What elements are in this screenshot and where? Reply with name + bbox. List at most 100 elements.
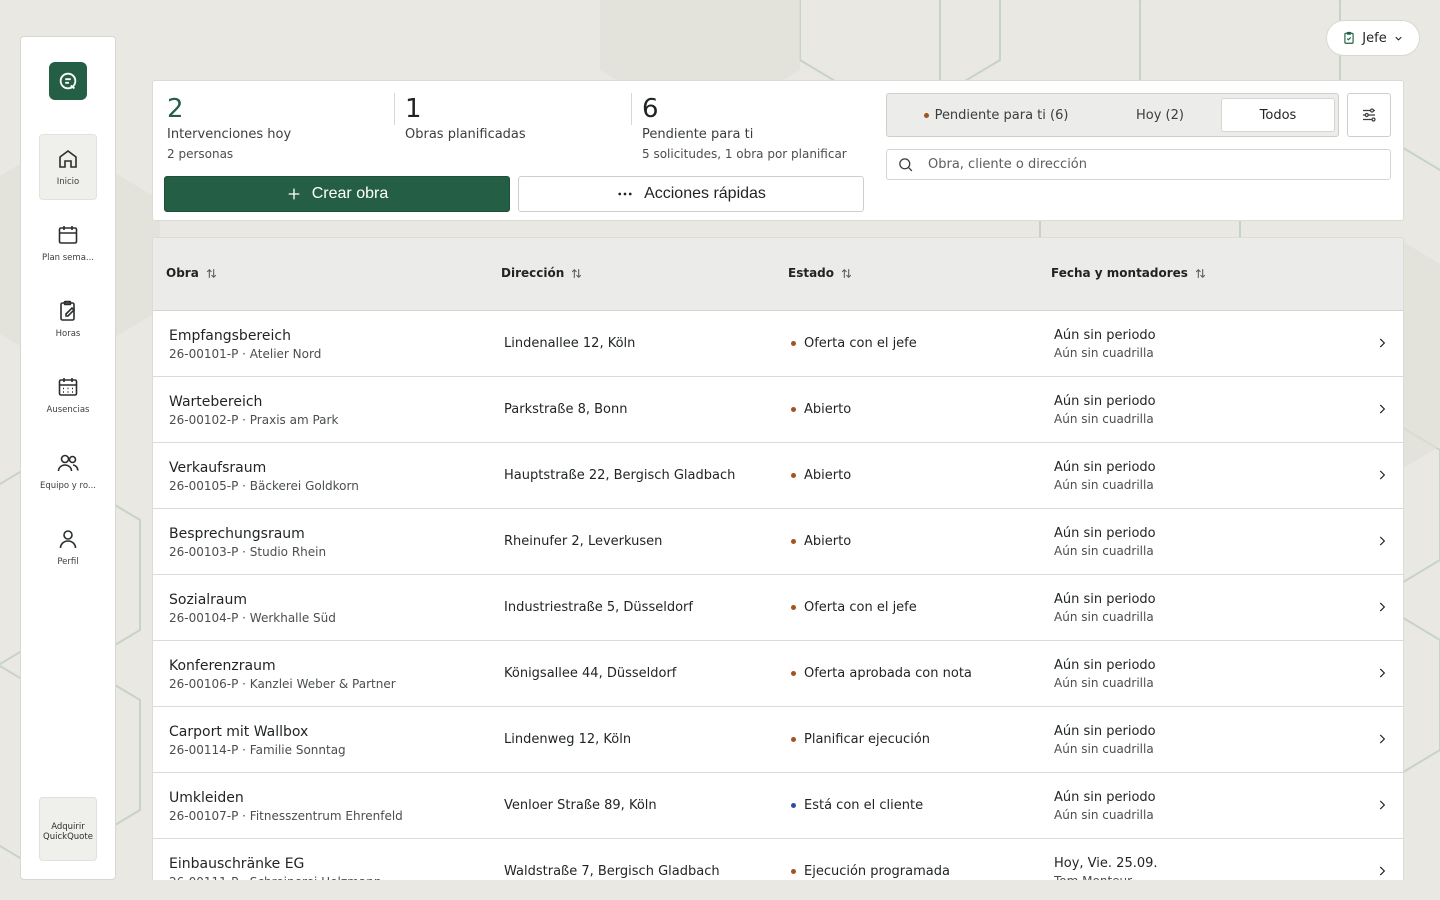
cell-obra: Einbauschränke EG 26-00111-P · Schreiner… [169,856,381,880]
status-label: Oferta con el jefe [804,336,917,351]
tab-today[interactable]: Hoy (2) [1101,98,1219,132]
sidebar-item-label: Ausencias [46,405,90,415]
clipboard-edit-icon [60,300,76,321]
crew-label: Aún sin cuadrilla [1054,676,1154,690]
work-reference: 26-00104-P · Werkhalle Süd [169,611,336,625]
status-label: Planificar ejecución [804,732,930,747]
cell-status: Abierto [791,402,851,417]
sidebar-item-label: Equipo y ro... [39,481,96,491]
date-label: Aún sin periodo [1054,328,1156,343]
work-reference: 26-00106-P · Kanzlei Weber & Partner [169,677,396,691]
date-label: Aún sin periodo [1054,724,1156,739]
calendar-icon [58,226,78,244]
sidebar-item-plan-semanal[interactable]: Plan sema... [39,210,97,276]
sidebar-item-perfil[interactable]: Perfil [39,514,97,580]
cell-address: Lindenallee 12, Köln [504,336,636,351]
stat-interventions-today[interactable]: 2 Intervenciones hoy 2 personas [167,93,291,161]
crew-label: Aún sin cuadrilla [1054,478,1154,492]
search-input[interactable] [928,157,1368,172]
work-reference: 26-00111-P · Schreinerei Holzmann [169,875,381,880]
column-header-direccion[interactable]: Dirección [501,266,583,280]
table-row[interactable]: Wartebereich 26-00102-P · Praxis am Park… [153,377,1403,443]
summary-panel: 2 Intervenciones hoy 2 personas 1 Obras … [152,80,1404,221]
table-row[interactable]: Verkaufsraum 26-00105-P · Bäckerei Goldk… [153,443,1403,509]
date-label: Aún sin periodo [1054,394,1156,409]
column-label: Fecha y montadores [1051,266,1188,280]
stat-value: 2 [167,94,184,124]
date-label: Aún sin periodo [1054,592,1156,607]
search-icon [899,158,913,172]
cell-date-crew: Aún sin periodo Aún sin cuadrilla [1054,724,1156,756]
cell-address: Hauptstraße 22, Bergisch Gladbach [504,468,736,483]
cell-obra: Besprechungsraum 26-00103-P · Studio Rhe… [169,526,326,559]
create-work-button[interactable]: Crear obra [164,176,510,212]
sort-icon [572,268,582,278]
column-header-obra[interactable]: Obra [166,266,218,280]
sidebar-item-ausencias[interactable]: Ausencias [39,362,97,428]
work-reference: 26-00102-P · Praxis am Park [169,413,339,427]
tab-pending-for-you[interactable]: Pendiente para ti (6) [891,98,1101,132]
sidebar-item-equipo[interactable]: Equipo y ro... [39,438,97,504]
work-name: Verkaufsraum [169,460,267,476]
app-logo[interactable] [49,62,87,100]
chevron-down-icon [1395,36,1402,41]
status-label: Oferta con el jefe [804,600,917,615]
upgrade-button[interactable]: Adquirir QuickQuote [39,797,97,861]
quick-actions-label: Acciones rápidas [644,185,766,202]
sort-icon [206,268,217,278]
cell-address: Waldstraße 7, Bergisch Gladbach [504,864,720,879]
cell-date-crew: Aún sin periodo Aún sin cuadrilla [1054,658,1156,690]
crew-label: Tom Monteur [1054,874,1158,880]
quick-actions-button[interactable]: Acciones rápidas [518,176,864,212]
status-dot [791,539,796,544]
table-row[interactable]: Carport mit Wallbox 26-00114-P · Familie… [153,707,1403,773]
status-dot [791,407,796,412]
stat-subtitle: 5 solicitudes, 1 obra por planificar [642,147,847,161]
status-label: Abierto [804,534,852,549]
status-label: Abierto [804,402,852,417]
column-header-fecha[interactable]: Fecha y montadores [1051,266,1207,280]
table-row[interactable]: Empfangsbereich 26-00101-P · Atelier Nor… [153,311,1403,377]
calendar-grid-icon [58,378,78,396]
crew-label: Aún sin cuadrilla [1054,610,1154,624]
role-selector[interactable]: Jefe [1326,20,1420,56]
stat-pending[interactable]: 6 Pendiente para ti 5 solicitudes, 1 obr… [642,93,847,161]
tab-label: Hoy (2) [1136,107,1184,123]
chevron-right-icon [1379,800,1386,810]
crew-label: Aún sin cuadrilla [1054,544,1154,558]
cell-status: Está con el cliente [791,798,923,813]
column-label: Dirección [501,266,565,280]
crew-label: Aún sin cuadrilla [1054,412,1154,426]
work-name: Umkleiden [169,790,244,806]
sidebar-item-label: Inicio [56,177,80,187]
column-header-estado[interactable]: Estado [788,266,853,280]
table-row[interactable]: Besprechungsraum 26-00103-P · Studio Rhe… [153,509,1403,575]
date-label: Aún sin periodo [1054,526,1156,541]
cell-address: Lindenweg 12, Köln [504,732,632,747]
cell-obra: Sozialraum 26-00104-P · Werkhalle Süd [169,592,336,625]
clipboard-check-icon [1344,31,1354,44]
tab-all[interactable]: Todos [1221,98,1335,132]
sidebar: Inicio Plan sema... Horas Ausencias Equi… [20,36,116,880]
cell-date-crew: Aún sin periodo Aún sin cuadrilla [1054,328,1156,360]
cell-obra: Wartebereich 26-00102-P · Praxis am Park [169,394,338,427]
divider [631,93,632,125]
sidebar-item-label: Plan sema... [41,253,95,263]
sidebar-item-horas[interactable]: Horas [39,286,97,352]
chevron-right-icon [1379,668,1386,678]
chevron-right-icon [1379,734,1386,744]
work-reference: 26-00114-P · Familie Sonntag [169,743,346,757]
sidebar-item-inicio[interactable]: Inicio [39,134,97,200]
filter-settings-button[interactable] [1347,93,1391,137]
cell-date-crew: Aún sin periodo Aún sin cuadrilla [1054,592,1156,624]
status-dot [791,605,796,610]
cell-date-crew: Aún sin periodo Aún sin cuadrilla [1054,394,1156,426]
status-label: Abierto [804,468,852,483]
filter-tabs: Pendiente para ti (6) Hoy (2) Todos [886,93,1339,137]
table-row[interactable]: Konferenzraum 26-00106-P · Kanzlei Weber… [153,641,1403,707]
sliders-icon [1363,108,1376,122]
table-row[interactable]: Umkleiden 26-00107-P · Fitnesszentrum Eh… [153,773,1403,839]
stat-planned-works[interactable]: 1 Obras planificadas [405,93,526,147]
table-row[interactable]: Sozialraum 26-00104-P · Werkhalle Süd In… [153,575,1403,641]
table-row[interactable]: Einbauschränke EG 26-00111-P · Schreiner… [153,839,1403,880]
